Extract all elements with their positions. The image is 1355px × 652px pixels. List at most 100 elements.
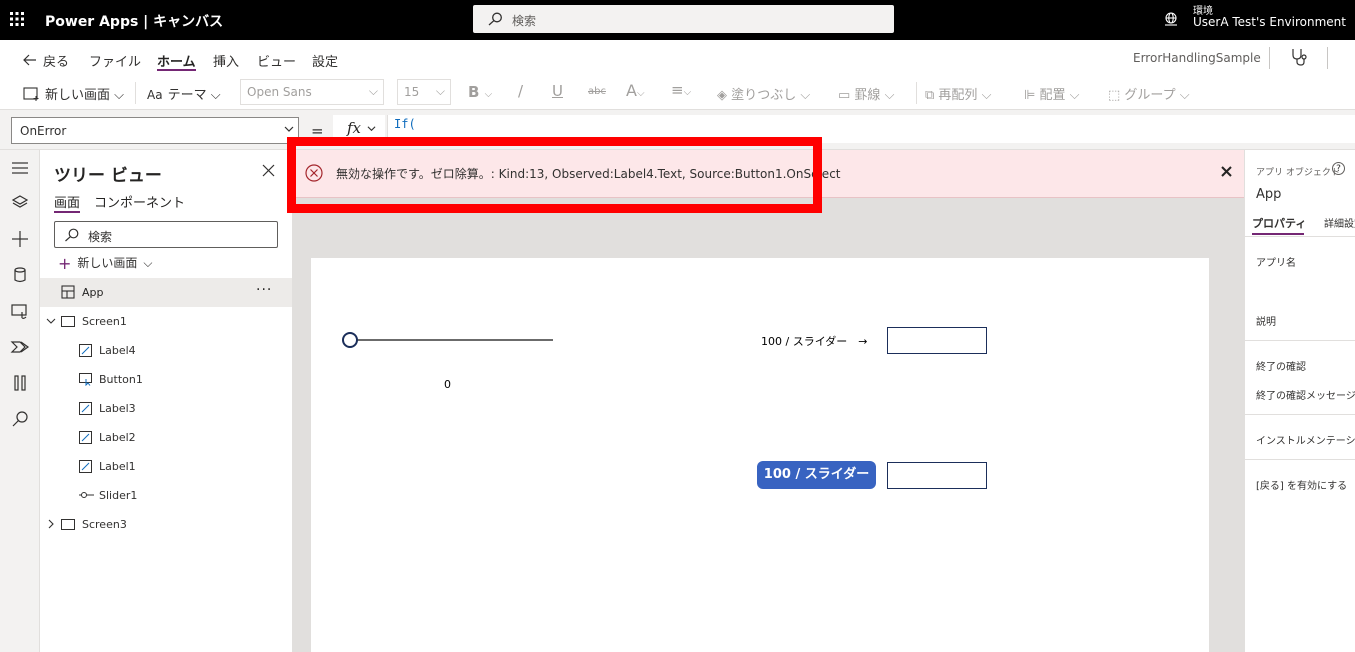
reorder-button[interactable]: ⧉ 再配列 ⌵ [925,84,991,103]
tree-item-app[interactable]: App ··· [40,278,292,307]
error-icon [305,164,323,182]
new-screen-label: 新しい画面 [77,256,138,270]
button-control-icon [79,373,92,386]
underline-button[interactable]: U [552,82,563,100]
divider [1269,47,1270,69]
menu-view[interactable]: ビュー [257,51,296,70]
formula-bar: OnError = fx If( [0,110,1355,150]
media-icon[interactable] [8,299,32,323]
slider-value-label: 0 [444,378,451,391]
chevron-right-icon[interactable] [46,519,56,529]
fill-button[interactable]: ◈ 塗りつぶし ⌵ [717,84,810,103]
function-button[interactable]: fx [333,115,385,143]
label-control-icon [79,402,92,415]
app-launcher-icon[interactable] [9,11,25,27]
tab-properties[interactable]: プロパティ [1252,215,1306,231]
tree-item-screen3[interactable]: Screen3 [40,510,292,539]
menu-home[interactable]: ホーム [157,51,196,70]
tree-view-panel: ツリー ビュー 画面 コンポーネント 検索 + 新しい画面 ⌵ App ··· Sc… [40,150,293,652]
help-icon[interactable]: ? [1332,162,1345,175]
font-size-select[interactable]: 15 ⌵ [397,79,451,105]
tree-item-button1[interactable]: Button1 [40,365,292,394]
environment-icon[interactable] [1163,11,1179,27]
bold-button[interactable]: B ⌵ [468,83,492,101]
tree-item-label1[interactable]: Label1 [40,452,292,481]
search-icon[interactable] [8,407,32,431]
app-screen-canvas[interactable] [311,258,1209,652]
app-checker-icon[interactable] [1289,47,1309,67]
text-align-button[interactable]: ≡⌵ [671,81,691,99]
screen-icon [61,316,75,327]
result-label-box[interactable] [887,327,987,354]
back-button[interactable]: 戻る [23,51,69,70]
data-icon[interactable] [8,263,32,287]
chevron-down-icon[interactable] [46,316,56,326]
menu-settings[interactable]: 設定 [312,51,338,70]
slider-track[interactable] [350,339,553,341]
divider [1245,340,1355,341]
active-tab-indicator [1252,233,1304,235]
tree-item-slider1[interactable]: Slider1 [40,481,292,510]
global-search-input[interactable]: 検索 [473,5,894,33]
italic-button[interactable]: / [518,82,523,100]
tree-item-label: Button1 [99,373,143,386]
font-color-button[interactable]: A⌵ [626,81,645,100]
tree-item-label3[interactable]: Label3 [40,394,292,423]
confirm-exit-message-label: 終了の確認メッセージ [1256,391,1355,402]
result-label-box[interactable] [887,462,987,489]
menu-file[interactable]: ファイル [89,51,141,70]
left-rail [0,150,40,652]
tree-search-placeholder: 検索 [88,230,113,244]
error-message: 無効な操作です。ゼロ除算。: Kind:13, Observed:Label4.… [336,167,841,181]
font-select[interactable]: Open Sans ⌵ [240,79,384,105]
hamburger-menu-icon[interactable] [8,156,32,180]
properties-panel: アプリ オブジェクト ? App プロパティ 詳細設定 アプリ名 説明 終了の確… [1244,150,1355,652]
advanced-tools-icon[interactable] [8,371,32,395]
tree-item-label: Screen3 [82,518,127,531]
divider [1245,236,1355,237]
back-label: 戻る [43,55,70,70]
tree-item-label: Slider1 [99,489,138,502]
slider-thumb[interactable] [342,332,358,348]
align-button[interactable]: ⊫ 配置 ⌵ [1024,84,1079,103]
tab-components[interactable]: コンポーネント [94,192,185,211]
ribbon-toolbar: 新しい画面 ⌵ Aa テーマ ⌵ Open Sans ⌵ 15 ⌵ B ⌵ / U a… [0,76,1355,110]
tree-view-icon[interactable] [8,190,32,214]
tree-item-label2[interactable]: Label2 [40,423,292,452]
divide-button[interactable]: 100 / スライダー [757,461,876,489]
close-icon[interactable] [1221,166,1232,177]
new-screen-button[interactable]: 新しい画面 ⌵ [23,84,124,103]
more-options-icon[interactable]: ··· [256,282,272,298]
enable-back-label: [戻る] を有効にする [1256,481,1348,492]
group-button[interactable]: ⬚ グループ ⌵ [1108,84,1190,103]
tab-screens[interactable]: 画面 [54,192,80,211]
formula-input[interactable]: If( [387,115,1355,143]
search-icon [64,228,79,242]
border-button[interactable]: ▭ 罫線 ⌵ [838,84,894,103]
divider [1245,459,1355,460]
slider-control-icon [79,491,94,499]
tree-item-label4[interactable]: Label4 [40,336,292,365]
power-automate-icon[interactable] [8,335,32,359]
back-arrow-icon [23,54,37,66]
tree-item-label: Label3 [99,402,136,415]
tree-search-input[interactable]: 検索 [54,221,278,248]
label-control-icon [79,460,92,473]
group-icon: ⬚ [1108,88,1125,103]
menu-insert[interactable]: 挿入 [213,51,239,70]
theme-button[interactable]: Aa テーマ ⌵ [147,84,221,103]
global-search-placeholder: 検索 [512,14,537,28]
tree-item-label: App [82,286,104,299]
close-icon[interactable] [262,164,275,177]
environment-name[interactable]: UserA Test's Environment [1193,15,1346,29]
property-dropdown[interactable]: OnError [11,117,299,144]
plus-icon: + [58,254,72,273]
reorder-icon: ⧉ [925,88,939,103]
insert-plus-icon[interactable] [8,227,32,251]
tree-item-screen1[interactable]: Screen1 [40,307,292,336]
new-screen-link[interactable]: + 新しい画面 ⌵ [58,254,153,273]
strikethrough-button[interactable]: abc [588,86,606,97]
chevron-down-icon [284,124,294,134]
app-icon [61,285,75,299]
tab-advanced[interactable]: 詳細設定 [1324,215,1355,230]
